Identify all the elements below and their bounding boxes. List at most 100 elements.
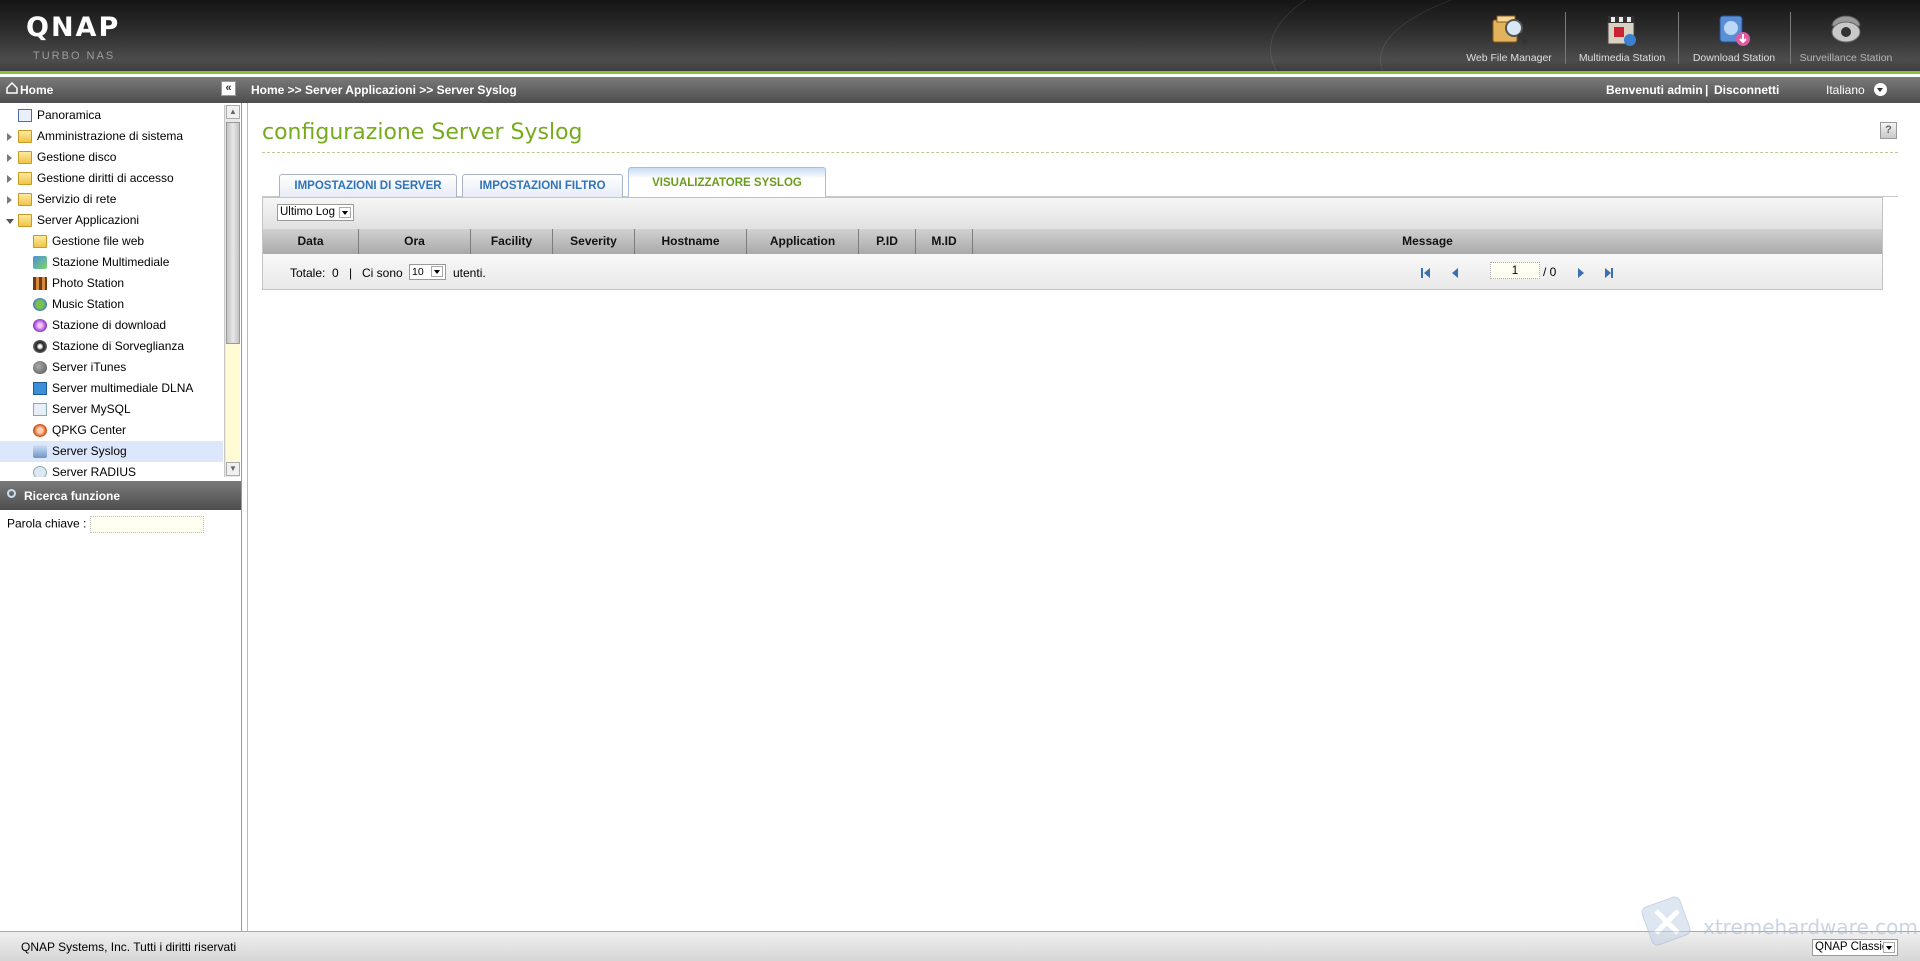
web-file-manager-button[interactable]: Web File Manager <box>1462 10 1556 68</box>
column-facility[interactable]: Facility <box>471 229 553 254</box>
tab-server-settings[interactable]: IMPOSTAZIONI DI SERVER <box>279 174 457 198</box>
sidebar-item-stazione-di-download[interactable]: Stazione di download <box>0 315 223 336</box>
utenti-label: utenti. <box>453 266 486 280</box>
folder-open-icon <box>18 214 32 227</box>
header: QNAP TURBO NAS Web File Manager Multimed… <box>0 0 1920 74</box>
first-page-button[interactable] <box>1415 263 1434 282</box>
web-file-manager-icon <box>1489 10 1529 50</box>
keyword-label: Parola chiave : <box>7 516 87 531</box>
column-message[interactable]: Message <box>973 229 1882 254</box>
copyright-text: QNAP Systems, Inc. Tutti i diritti riser… <box>21 940 237 954</box>
expand-arrow-icon[interactable] <box>7 175 12 183</box>
collapse-arrow-icon[interactable] <box>6 219 14 224</box>
surveillance-station-button[interactable]: Surveillance Station <box>1796 10 1896 68</box>
help-button[interactable]: ? <box>1880 122 1897 139</box>
turbo-nas-label: TURBO NAS <box>33 50 116 62</box>
multimedia-station-button[interactable]: Multimedia Station <box>1572 10 1672 68</box>
prev-page-button[interactable] <box>1445 263 1464 282</box>
page-count: / 0 <box>1543 265 1557 279</box>
sidebar-item-qpkg-center[interactable]: QPKG Center <box>0 420 223 441</box>
watermark-logo-icon <box>1641 896 1691 946</box>
download-station-button[interactable]: Download Station <box>1685 10 1783 68</box>
sidebar-item-label: Servizio di rete <box>37 192 117 206</box>
logout-link[interactable]: Disconnetti <box>1714 83 1779 97</box>
grid-toolbar: Ultimo Log <box>263 198 1882 229</box>
home-icon <box>6 81 18 97</box>
title-divider <box>262 152 1898 153</box>
sidebar-item-server-mysql[interactable]: Server MySQL <box>0 399 223 420</box>
top-bar: Home « Home >> Server Applicazioni >> Se… <box>0 77 1920 103</box>
ci-sono-label: Ci sono <box>362 266 403 280</box>
sidebar-item-label: QPKG Center <box>52 423 127 437</box>
column-mid[interactable]: M.ID <box>916 229 973 254</box>
column-hostname[interactable]: Hostname <box>635 229 747 254</box>
sidebar-item-label: Server Applicazioni <box>37 213 140 227</box>
sidebar-item-stazione-multimediale[interactable]: Stazione Multimediale <box>0 252 223 273</box>
function-search-title: Ricerca funzione <box>24 489 121 503</box>
page-number-input[interactable] <box>1490 262 1540 279</box>
sidebar-item-server-syslog[interactable]: Server Syslog <box>0 441 223 462</box>
tab-syslog-viewer[interactable]: VISUALIZZATORE SYSLOG <box>628 167 826 198</box>
mysql-icon <box>33 403 47 416</box>
sidebar-item-label: Panoramica <box>37 108 102 122</box>
sidebar-item-server-itunes[interactable]: Server iTunes <box>0 357 223 378</box>
sidebar-item-server-multimediale-dlna[interactable]: Server multimediale DLNA <box>0 378 223 399</box>
column-pid[interactable]: P.ID <box>859 229 916 254</box>
scroll-thumb[interactable] <box>226 122 240 344</box>
function-search-header: Ricerca funzione <box>0 481 241 510</box>
watermark: xtremehardware.com <box>1638 893 1918 955</box>
column-data[interactable]: Data <box>263 229 359 254</box>
sidebar-item-label: Server iTunes <box>52 360 127 374</box>
column-severity[interactable]: Severity <box>553 229 635 254</box>
sidebar-item-stazione-di-sorveglianza[interactable]: Stazione di Sorveglianza <box>0 336 223 357</box>
last-page-button[interactable] <box>1599 263 1618 282</box>
sidebar-item-label: Server multimediale DLNA <box>52 381 194 395</box>
qnap-logo: QNAP <box>26 12 121 43</box>
sidebar-item-gestione-diritti-di-accesso[interactable]: Gestione diritti di accesso <box>0 168 223 189</box>
language-select[interactable]: Italiano <box>1826 83 1888 97</box>
syslog-grid: Ultimo Log Data Ora Facility Severity Ho… <box>262 197 1883 290</box>
scroll-down-button[interactable]: ▼ <box>226 462 240 476</box>
itunes-icon <box>33 361 47 374</box>
sidebar-item-label: Server MySQL <box>52 402 131 416</box>
expand-arrow-icon[interactable] <box>7 196 12 204</box>
column-ora[interactable]: Ora <box>359 229 471 254</box>
expand-arrow-icon[interactable] <box>7 133 12 141</box>
next-page-button[interactable] <box>1570 263 1589 282</box>
column-application[interactable]: Application <box>747 229 859 254</box>
sidebar-item-server-radius[interactable]: Server RADIUS <box>0 462 223 477</box>
sidebar-item-label: Photo Station <box>52 276 125 290</box>
collapse-sidebar-button[interactable]: « <box>221 81 236 96</box>
expand-arrow-icon[interactable] <box>7 154 12 162</box>
folder-icon <box>18 130 32 143</box>
tab-filter-settings[interactable]: IMPOSTAZIONI FILTRO <box>462 174 623 198</box>
download-station-label: Download Station <box>1692 52 1776 64</box>
sidebar-item-servizio-di-rete[interactable]: Servizio di rete <box>0 189 223 210</box>
per-page-select[interactable]: 10 <box>409 264 446 280</box>
welcome-user: Benvenuti admin <box>1606 83 1703 97</box>
music-station-icon <box>33 298 47 311</box>
sidebar-item-gestione-disco[interactable]: Gestione disco <box>0 147 223 168</box>
tree-scrollbar[interactable]: ▲ ▼ <box>224 105 240 477</box>
scroll-track[interactable] <box>226 344 240 462</box>
sidebar-item-label: Stazione Multimediale <box>52 255 170 269</box>
multimedia-station-label: Multimedia Station <box>1578 52 1666 64</box>
topbar-separator: | <box>1705 83 1709 97</box>
sidebar-item-server-applicazioni[interactable]: Server Applicazioni <box>0 210 223 231</box>
photo-station-icon <box>33 277 47 290</box>
sidebar-item-gestione-file-web[interactable]: Gestione file web <box>0 231 223 252</box>
keyword-input[interactable] <box>89 516 204 533</box>
sidebar-item-photo-station[interactable]: Photo Station <box>0 273 223 294</box>
sidebar-item-panoramica[interactable]: Panoramica <box>0 105 223 126</box>
multimedia-icon <box>33 256 47 269</box>
sidebar-item-amministrazione-di-sistema[interactable]: Amministrazione di sistema <box>0 126 223 147</box>
navigation-tree: Panoramica Amministrazione di sistema Gest… <box>0 105 223 477</box>
sidebar-item-label: Amministrazione di sistema <box>37 129 184 143</box>
download-station-icon <box>1714 10 1754 50</box>
download-icon <box>33 319 47 332</box>
log-type-select[interactable]: Ultimo Log <box>277 204 354 221</box>
sidebar-item-music-station[interactable]: Music Station <box>0 294 223 315</box>
per-page-dropdown-icon <box>431 266 443 277</box>
scroll-up-button[interactable]: ▲ <box>226 105 240 119</box>
qpkg-icon <box>33 424 47 437</box>
